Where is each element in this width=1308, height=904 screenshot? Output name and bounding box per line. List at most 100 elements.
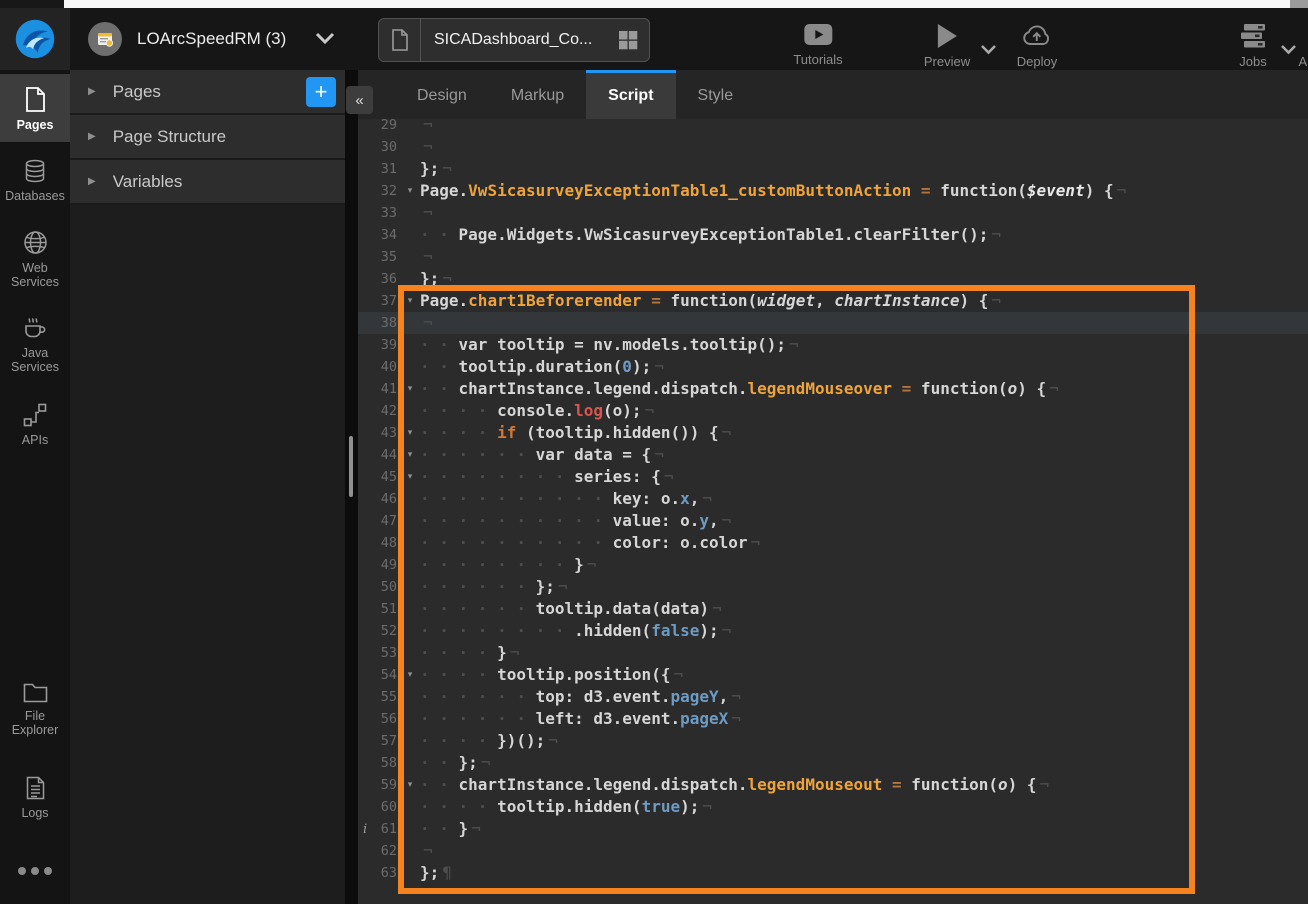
code-line-39[interactable]: 39· · var tooltip = nv.models.tooltip();… <box>358 334 1308 356</box>
code-line-34[interactable]: 34· · Page.Widgets.VwSicasurveyException… <box>358 224 1308 246</box>
line-number: 50 <box>358 576 400 598</box>
code-line-30[interactable]: 30¬ <box>358 136 1308 158</box>
rail-item-logs[interactable]: Logs <box>0 767 70 828</box>
code-line-40[interactable]: 40· · tooltip.duration(0);¬ <box>358 356 1308 378</box>
chevron-down-icon[interactable] <box>314 32 336 46</box>
rail-item-databases[interactable]: Databases <box>0 150 70 211</box>
code-line-45[interactable]: 45▾· · · · · · · · series: {¬ <box>358 466 1308 488</box>
code-line-33[interactable]: 33¬ <box>358 202 1308 224</box>
rail-item-file-explorer[interactable]: File Explorer <box>0 672 70 745</box>
fold-arrow-icon[interactable]: ▾ <box>400 444 420 466</box>
code-line-47[interactable]: 47· · · · · · · · · · value: o.y,¬ <box>358 510 1308 532</box>
project-selector[interactable]: LOArcSpeedRM (3) <box>88 8 336 70</box>
rail-item-pages[interactable]: Pages <box>0 74 70 142</box>
grid-icon[interactable] <box>613 29 649 51</box>
code-line-55[interactable]: 55· · · · · · top: d3.event.pageY,¬ <box>358 686 1308 708</box>
panel-section-page-structure[interactable]: ▶ Page Structure <box>70 115 345 160</box>
expand-arrow-icon[interactable]: ▶ <box>88 131 96 142</box>
scrollbar-thumb[interactable] <box>349 436 353 497</box>
tab-design[interactable]: Design <box>395 70 489 119</box>
line-number: 32 <box>358 180 400 202</box>
tab-script[interactable]: Script <box>586 70 675 119</box>
line-ending-mark: ¬ <box>661 467 674 486</box>
code-line-31[interactable]: 31};¬ <box>358 158 1308 180</box>
line-number: 40 <box>358 356 400 378</box>
code-line-57[interactable]: 57· · · · })();¬ <box>358 730 1308 752</box>
app-logo[interactable] <box>0 8 70 70</box>
code-line-32[interactable]: 32▾Page.VwSicasurveyExceptionTable1_cust… <box>358 180 1308 202</box>
open-page-tab[interactable]: SICADashboard_Co... <box>378 18 650 62</box>
code-line-56[interactable]: 56· · · · · · left: d3.event.pageX¬ <box>358 708 1308 730</box>
whitespace-dots: · · <box>420 753 459 772</box>
line-ending-mark: ¬ <box>555 577 568 596</box>
code-line-37[interactable]: 37▾Page.chart1Beforerender = function(wi… <box>358 290 1308 312</box>
deploy-button[interactable]: Deploy <box>1017 23 1057 69</box>
code-line-42[interactable]: 42· · · · console.log(o);¬ <box>358 400 1308 422</box>
page-name: SICADashboard_Co... <box>421 31 613 49</box>
code-line-44[interactable]: 44▾· · · · · · var data = {¬ <box>358 444 1308 466</box>
panel-section-variables[interactable]: ▶ Variables <box>70 160 345 205</box>
code-line-50[interactable]: 50 · · · · · · };¬ <box>358 576 1308 598</box>
expand-arrow-icon[interactable]: ▶ <box>88 176 96 187</box>
database-icon <box>22 158 48 184</box>
whitespace-dots: · · <box>420 357 459 376</box>
code-line-43[interactable]: 43▾· · · · if (tooltip.hidden()) {¬ <box>358 422 1308 444</box>
code-line-48[interactable]: 48· · · · · · · · · · color: o.color¬ <box>358 532 1308 554</box>
rail-item-apis[interactable]: APIs <box>0 394 70 455</box>
code-text: · · · · if (tooltip.hidden()) {¬ <box>420 422 1308 444</box>
line-ending-mark: ¬ <box>1114 181 1127 200</box>
code-line-53[interactable]: 53· · · · }¬ <box>358 642 1308 664</box>
header-bar: LOArcSpeedRM (3) SICADashboard_Co... Tut… <box>0 8 1308 70</box>
line-number: 51 <box>358 598 400 620</box>
code-line-62[interactable]: 62¬ <box>358 840 1308 862</box>
code-line-36[interactable]: 36};¬ <box>358 268 1308 290</box>
tab-markup[interactable]: Markup <box>489 70 586 119</box>
fold-arrow-icon[interactable]: ▾ <box>400 466 420 488</box>
code-text: · · · · · · · · · · color: o.color¬ <box>420 532 1308 554</box>
jobs-button[interactable]: Jobs <box>1239 23 1267 69</box>
fold-arrow-icon[interactable]: ▾ <box>400 664 420 686</box>
logs-icon <box>24 775 47 801</box>
preview-button[interactable]: Preview <box>924 23 970 69</box>
code-text: · · · · })();¬ <box>420 730 1308 752</box>
code-line-51[interactable]: 51· · · · · · tooltip.data(data)¬ <box>358 598 1308 620</box>
code-text: · · · · · · };¬ <box>420 576 1308 598</box>
play-icon <box>935 23 959 49</box>
tutorials-button[interactable]: Tutorials <box>793 23 842 67</box>
code-line-63[interactable]: 63};¶ <box>358 862 1308 884</box>
rail-item-more[interactable] <box>0 858 70 884</box>
artifacts-button[interactable]: Artifacts <box>1299 23 1308 69</box>
code-line-58[interactable]: 58· · };¬ <box>358 752 1308 774</box>
rail-item-java-services[interactable]: Java Services <box>0 307 70 382</box>
code-line-61[interactable]: 61i· · }¬ <box>358 818 1308 840</box>
fold-gutter <box>400 224 420 246</box>
code-line-52[interactable]: 52· · · · · · · · .hidden(false);¬ <box>358 620 1308 642</box>
whitespace-dots: · · · · · · · · <box>420 467 574 486</box>
fold-arrow-icon[interactable]: ▾ <box>400 774 420 796</box>
fold-arrow-icon[interactable]: ▾ <box>400 180 420 202</box>
fold-gutter <box>400 620 420 642</box>
tab-style[interactable]: Style <box>676 70 756 119</box>
preview-chevron-down-icon[interactable] <box>980 44 997 55</box>
jobs-chevron-down-icon[interactable] <box>1280 44 1297 55</box>
code-line-38[interactable]: 38¬ <box>358 312 1308 334</box>
code-line-59[interactable]: 59▾· · chartInstance.legend.dispatch.leg… <box>358 774 1308 796</box>
fold-arrow-icon[interactable]: ▾ <box>400 378 420 400</box>
code-line-46[interactable]: 46· · · · · · · · · · key: o.x,¬ <box>358 488 1308 510</box>
rail-label-file-explorer: File Explorer <box>6 709 64 737</box>
rail-item-web-services[interactable]: Web Services <box>0 221 70 297</box>
code-line-41[interactable]: 41▾· · chartInstance.legend.dispatch.leg… <box>358 378 1308 400</box>
fold-arrow-icon[interactable]: ▾ <box>400 422 420 444</box>
code-area[interactable]: 29¬30¬31};¬32▾Page.VwSicasurveyException… <box>358 114 1308 884</box>
code-line-54[interactable]: 54▾· · · · tooltip.position({¬ <box>358 664 1308 686</box>
collapse-panel-button[interactable]: « <box>346 86 373 114</box>
code-line-49[interactable]: 49· · · · · · · · }¬ <box>358 554 1308 576</box>
code-line-35[interactable]: 35¬ <box>358 246 1308 268</box>
fold-arrow-icon[interactable]: ▾ <box>400 290 420 312</box>
line-ending-mark: ¬ <box>420 313 433 332</box>
expand-arrow-icon[interactable]: ▶ <box>88 86 96 97</box>
whitespace-dots: · · <box>420 335 459 354</box>
add-page-button[interactable]: + <box>306 77 336 107</box>
code-line-60[interactable]: 60· · · · tooltip.hidden(true);¬ <box>358 796 1308 818</box>
panel-section-pages[interactable]: ▶ Pages + <box>70 70 345 115</box>
